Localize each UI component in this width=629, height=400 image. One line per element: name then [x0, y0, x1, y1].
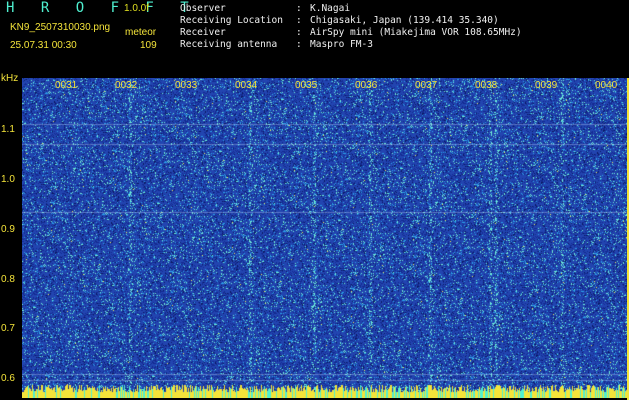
y-tick-0.9: 0.9: [1, 224, 15, 235]
header-panel: H R O F F T 1.0.0f KN9_2507310030.png me…: [0, 0, 629, 78]
y-tick-0.8: 0.8: [1, 274, 15, 285]
spectrogram-plot: [22, 78, 627, 398]
version-label: 1.0.0f: [124, 3, 150, 14]
y-axis-unit: kHz: [1, 73, 19, 84]
x-tick-0039: 0039: [535, 80, 558, 91]
info-row-antenna: Receiving antenna: Maspro FM-3: [180, 39, 373, 50]
x-tick-0033: 0033: [175, 80, 198, 91]
meteor-count: 109: [140, 40, 157, 51]
file-name: KN9_2507310030.png: [10, 22, 111, 33]
x-tick-0031: 0031: [55, 80, 78, 91]
app-title: H R O F F T: [6, 0, 198, 16]
y-tick-1.0: 1.0: [1, 174, 15, 185]
meteor-label: meteor: [125, 27, 157, 38]
y-tick-0.6: 0.6: [1, 373, 15, 384]
x-tick-0034: 0034: [235, 80, 258, 91]
y-tick-0.7: 0.7: [1, 323, 15, 334]
x-tick-0040: 0040: [595, 80, 618, 91]
y-tick-1.1: 1.1: [1, 124, 15, 135]
info-row-location: Receiving Location: Chigasaki, Japan (139…: [180, 15, 499, 26]
datetime: 25.07.31 00:30: [10, 40, 77, 51]
info-row-observer: Observer: K.Nagai: [180, 3, 351, 14]
x-tick-0037: 0037: [415, 80, 438, 91]
x-tick-0035: 0035: [295, 80, 318, 91]
spectrogram-canvas: [22, 78, 627, 398]
info-row-receiver: Receiver: AirSpy mini (Miakejima VOR 108.…: [180, 27, 522, 38]
x-tick-0038: 0038: [475, 80, 498, 91]
x-tick-0036: 0036: [355, 80, 378, 91]
observation-info: Observer: K.Nagai Receiving Location: Chig…: [180, 3, 522, 51]
x-tick-0032: 0032: [115, 80, 138, 91]
